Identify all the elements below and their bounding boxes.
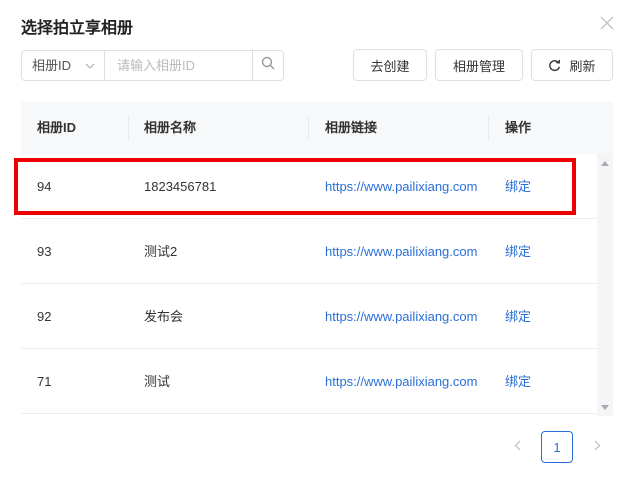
column-header-link: 相册链接: [325, 120, 378, 135]
search-input[interactable]: [104, 50, 253, 81]
chevron-right-icon: [594, 438, 601, 456]
album-id: 94: [37, 179, 52, 194]
page-number-button[interactable]: 1: [541, 431, 573, 463]
prev-page-button[interactable]: [502, 432, 532, 462]
search-button[interactable]: [252, 50, 284, 81]
dialog-title: 选择拍立享相册: [21, 20, 134, 37]
create-album-button[interactable]: 去创建: [353, 49, 427, 81]
table-body[interactable]: 94 1823456781 https://www.pailixiang.com…: [21, 154, 597, 416]
bind-button[interactable]: 绑定: [505, 349, 565, 414]
album-id: 92: [37, 309, 52, 324]
album-id: 93: [37, 244, 52, 259]
album-name: 1823456781: [144, 179, 217, 194]
album-link[interactable]: https://www.pailixiang.com: [325, 154, 491, 219]
chevron-left-icon: [514, 438, 521, 456]
album-name: 测试: [144, 374, 171, 389]
refresh-button[interactable]: 刷新: [531, 49, 613, 81]
column-header-name: 相册名称: [144, 120, 197, 135]
select-album-dialog: 选择拍立享相册 相册ID 去创建 相册管理 刷新 相册ID 相册名称 相册链接 …: [0, 0, 632, 497]
search-icon: [261, 56, 275, 75]
table-row[interactable]: 93 测试2 https://www.pailixiang.com 绑定: [21, 219, 597, 284]
album-link[interactable]: https://www.pailixiang.com: [325, 349, 491, 414]
table-row[interactable]: 94 1823456781 https://www.pailixiang.com…: [21, 154, 597, 219]
close-icon[interactable]: [600, 16, 616, 32]
album-manage-button[interactable]: 相册管理: [435, 49, 523, 81]
table-header: 相册ID 相册名称 相册链接 操作: [21, 102, 613, 154]
column-divider: [308, 117, 309, 139]
field-select[interactable]: 相册ID: [21, 50, 105, 81]
column-header-id: 相册ID: [37, 120, 77, 135]
album-id: 71: [37, 374, 52, 389]
field-select-value: 相册ID: [32, 58, 72, 73]
bind-button[interactable]: 绑定: [505, 284, 565, 349]
album-link[interactable]: https://www.pailixiang.com: [325, 284, 491, 349]
column-divider: [488, 117, 489, 139]
bind-button[interactable]: 绑定: [505, 219, 565, 284]
scroll-up-icon[interactable]: [597, 156, 613, 170]
column-divider: [128, 117, 129, 139]
next-page-button[interactable]: [582, 432, 612, 462]
album-link[interactable]: https://www.pailixiang.com: [325, 219, 491, 284]
refresh-label: 刷新: [569, 58, 596, 74]
table-row[interactable]: 71 测试 https://www.pailixiang.com 绑定: [21, 349, 597, 414]
column-header-action: 操作: [505, 120, 532, 135]
table-scrollbar[interactable]: [597, 154, 613, 416]
table-row[interactable]: 92 发布会 https://www.pailixiang.com 绑定: [21, 284, 597, 349]
chevron-down-icon: [85, 51, 95, 80]
bind-button[interactable]: 绑定: [505, 154, 565, 219]
refresh-icon: [548, 59, 561, 72]
album-name: 测试2: [144, 244, 178, 259]
album-name: 发布会: [144, 309, 184, 324]
scroll-down-icon[interactable]: [597, 400, 613, 414]
